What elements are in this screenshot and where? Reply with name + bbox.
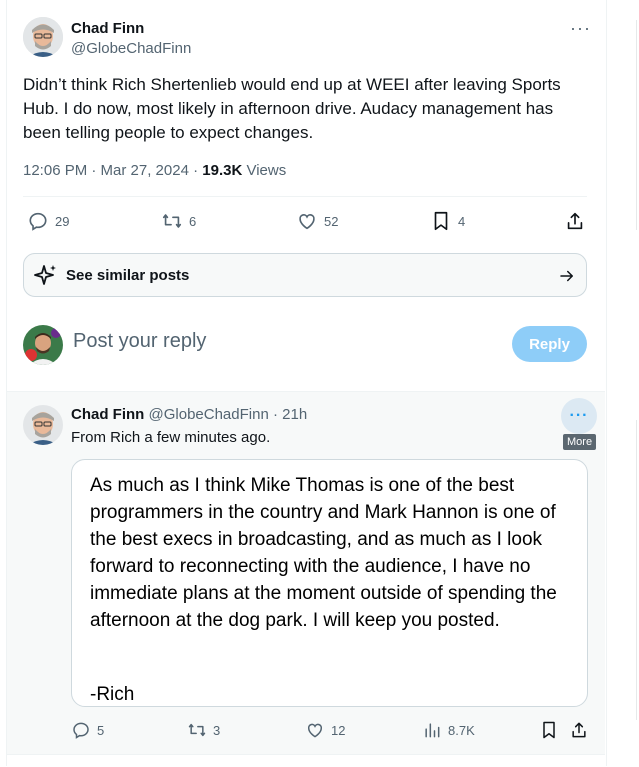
reply-count: 29 bbox=[55, 213, 70, 229]
views-label: Views bbox=[242, 162, 287, 179]
share-icon bbox=[572, 722, 586, 738]
tweet-text: Didn’t think Rich Shertenlieb would end … bbox=[23, 75, 561, 142]
bookmark-icon bbox=[434, 211, 448, 231]
like-action[interactable]: 12 bbox=[305, 720, 345, 740]
reply-icon bbox=[73, 722, 89, 739]
reply-author-name[interactable]: Chad Finn bbox=[71, 406, 144, 423]
more-icon[interactable]: ··· bbox=[570, 18, 591, 39]
image-text: As much as I think Mike Thomas is one of… bbox=[90, 475, 557, 631]
more-tooltip: More bbox=[563, 434, 597, 450]
separator: · bbox=[268, 406, 283, 423]
reply-count: 5 bbox=[97, 722, 105, 738]
arrow-right-icon bbox=[560, 270, 573, 282]
like-action[interactable]: 52 bbox=[296, 210, 338, 232]
like-count: 52 bbox=[324, 213, 339, 229]
repost-action[interactable]: 3 bbox=[187, 720, 220, 740]
author-handle[interactable]: @GlobeChadFinn bbox=[71, 40, 191, 57]
see-similar-posts-label: See similar posts bbox=[66, 266, 190, 284]
attached-image[interactable]: As much as I think Mike Thomas is one of… bbox=[71, 459, 588, 707]
more-icon[interactable]: ··· bbox=[561, 398, 597, 434]
bookmark-action[interactable]: 4 bbox=[430, 210, 465, 232]
repost-icon bbox=[188, 723, 206, 737]
reply-icon bbox=[29, 212, 47, 231]
views-count: 19.3K bbox=[202, 162, 243, 179]
share-action[interactable] bbox=[564, 210, 586, 232]
views-count: 8.7K bbox=[448, 722, 475, 738]
share-action[interactable] bbox=[569, 720, 589, 740]
author-avatar[interactable] bbox=[23, 17, 63, 57]
heart-icon bbox=[307, 723, 323, 738]
share-icon bbox=[567, 212, 583, 230]
heart-icon bbox=[299, 214, 315, 230]
reply-action[interactable]: 5 bbox=[71, 720, 104, 740]
next-tweet-partial bbox=[7, 754, 605, 767]
bookmark-icon bbox=[543, 721, 555, 739]
bookmark-action[interactable] bbox=[539, 720, 559, 740]
like-count: 12 bbox=[331, 722, 346, 738]
tweet-timestamp[interactable]: 12:06 PM · Mar 27, 2024 · bbox=[23, 162, 202, 179]
image-signature: -Rich bbox=[90, 684, 135, 705]
bookmark-count: 4 bbox=[458, 213, 466, 229]
reply-text: From Rich a few minutes ago. bbox=[71, 429, 271, 446]
views-action[interactable]: 8.7K bbox=[422, 720, 475, 740]
reply-header: Chad Finn @GlobeChadFinn · 21h bbox=[71, 406, 307, 423]
reply-author-avatar[interactable] bbox=[23, 405, 63, 445]
reply-time[interactable]: 21h bbox=[282, 406, 307, 423]
divider bbox=[23, 196, 587, 197]
repost-count: 3 bbox=[213, 722, 221, 738]
analytics-icon bbox=[425, 723, 440, 738]
reply-action[interactable]: 29 bbox=[27, 210, 69, 232]
repost-icon bbox=[162, 214, 182, 228]
repost-count: 6 bbox=[189, 213, 197, 229]
sparkle-icon bbox=[34, 265, 56, 285]
reply-input[interactable]: Post your reply bbox=[73, 330, 206, 353]
repost-action[interactable]: 6 bbox=[161, 210, 196, 232]
reply-button[interactable]: Reply bbox=[512, 326, 587, 362]
author-name[interactable]: Chad Finn bbox=[71, 20, 144, 37]
user-avatar[interactable] bbox=[23, 325, 63, 365]
tweet-meta: 12:06 PM · Mar 27, 2024 · 19.3K Views bbox=[23, 162, 286, 179]
reply-author-handle[interactable]: @GlobeChadFinn bbox=[149, 406, 269, 423]
see-similar-posts-button[interactable]: See similar posts bbox=[23, 253, 587, 297]
